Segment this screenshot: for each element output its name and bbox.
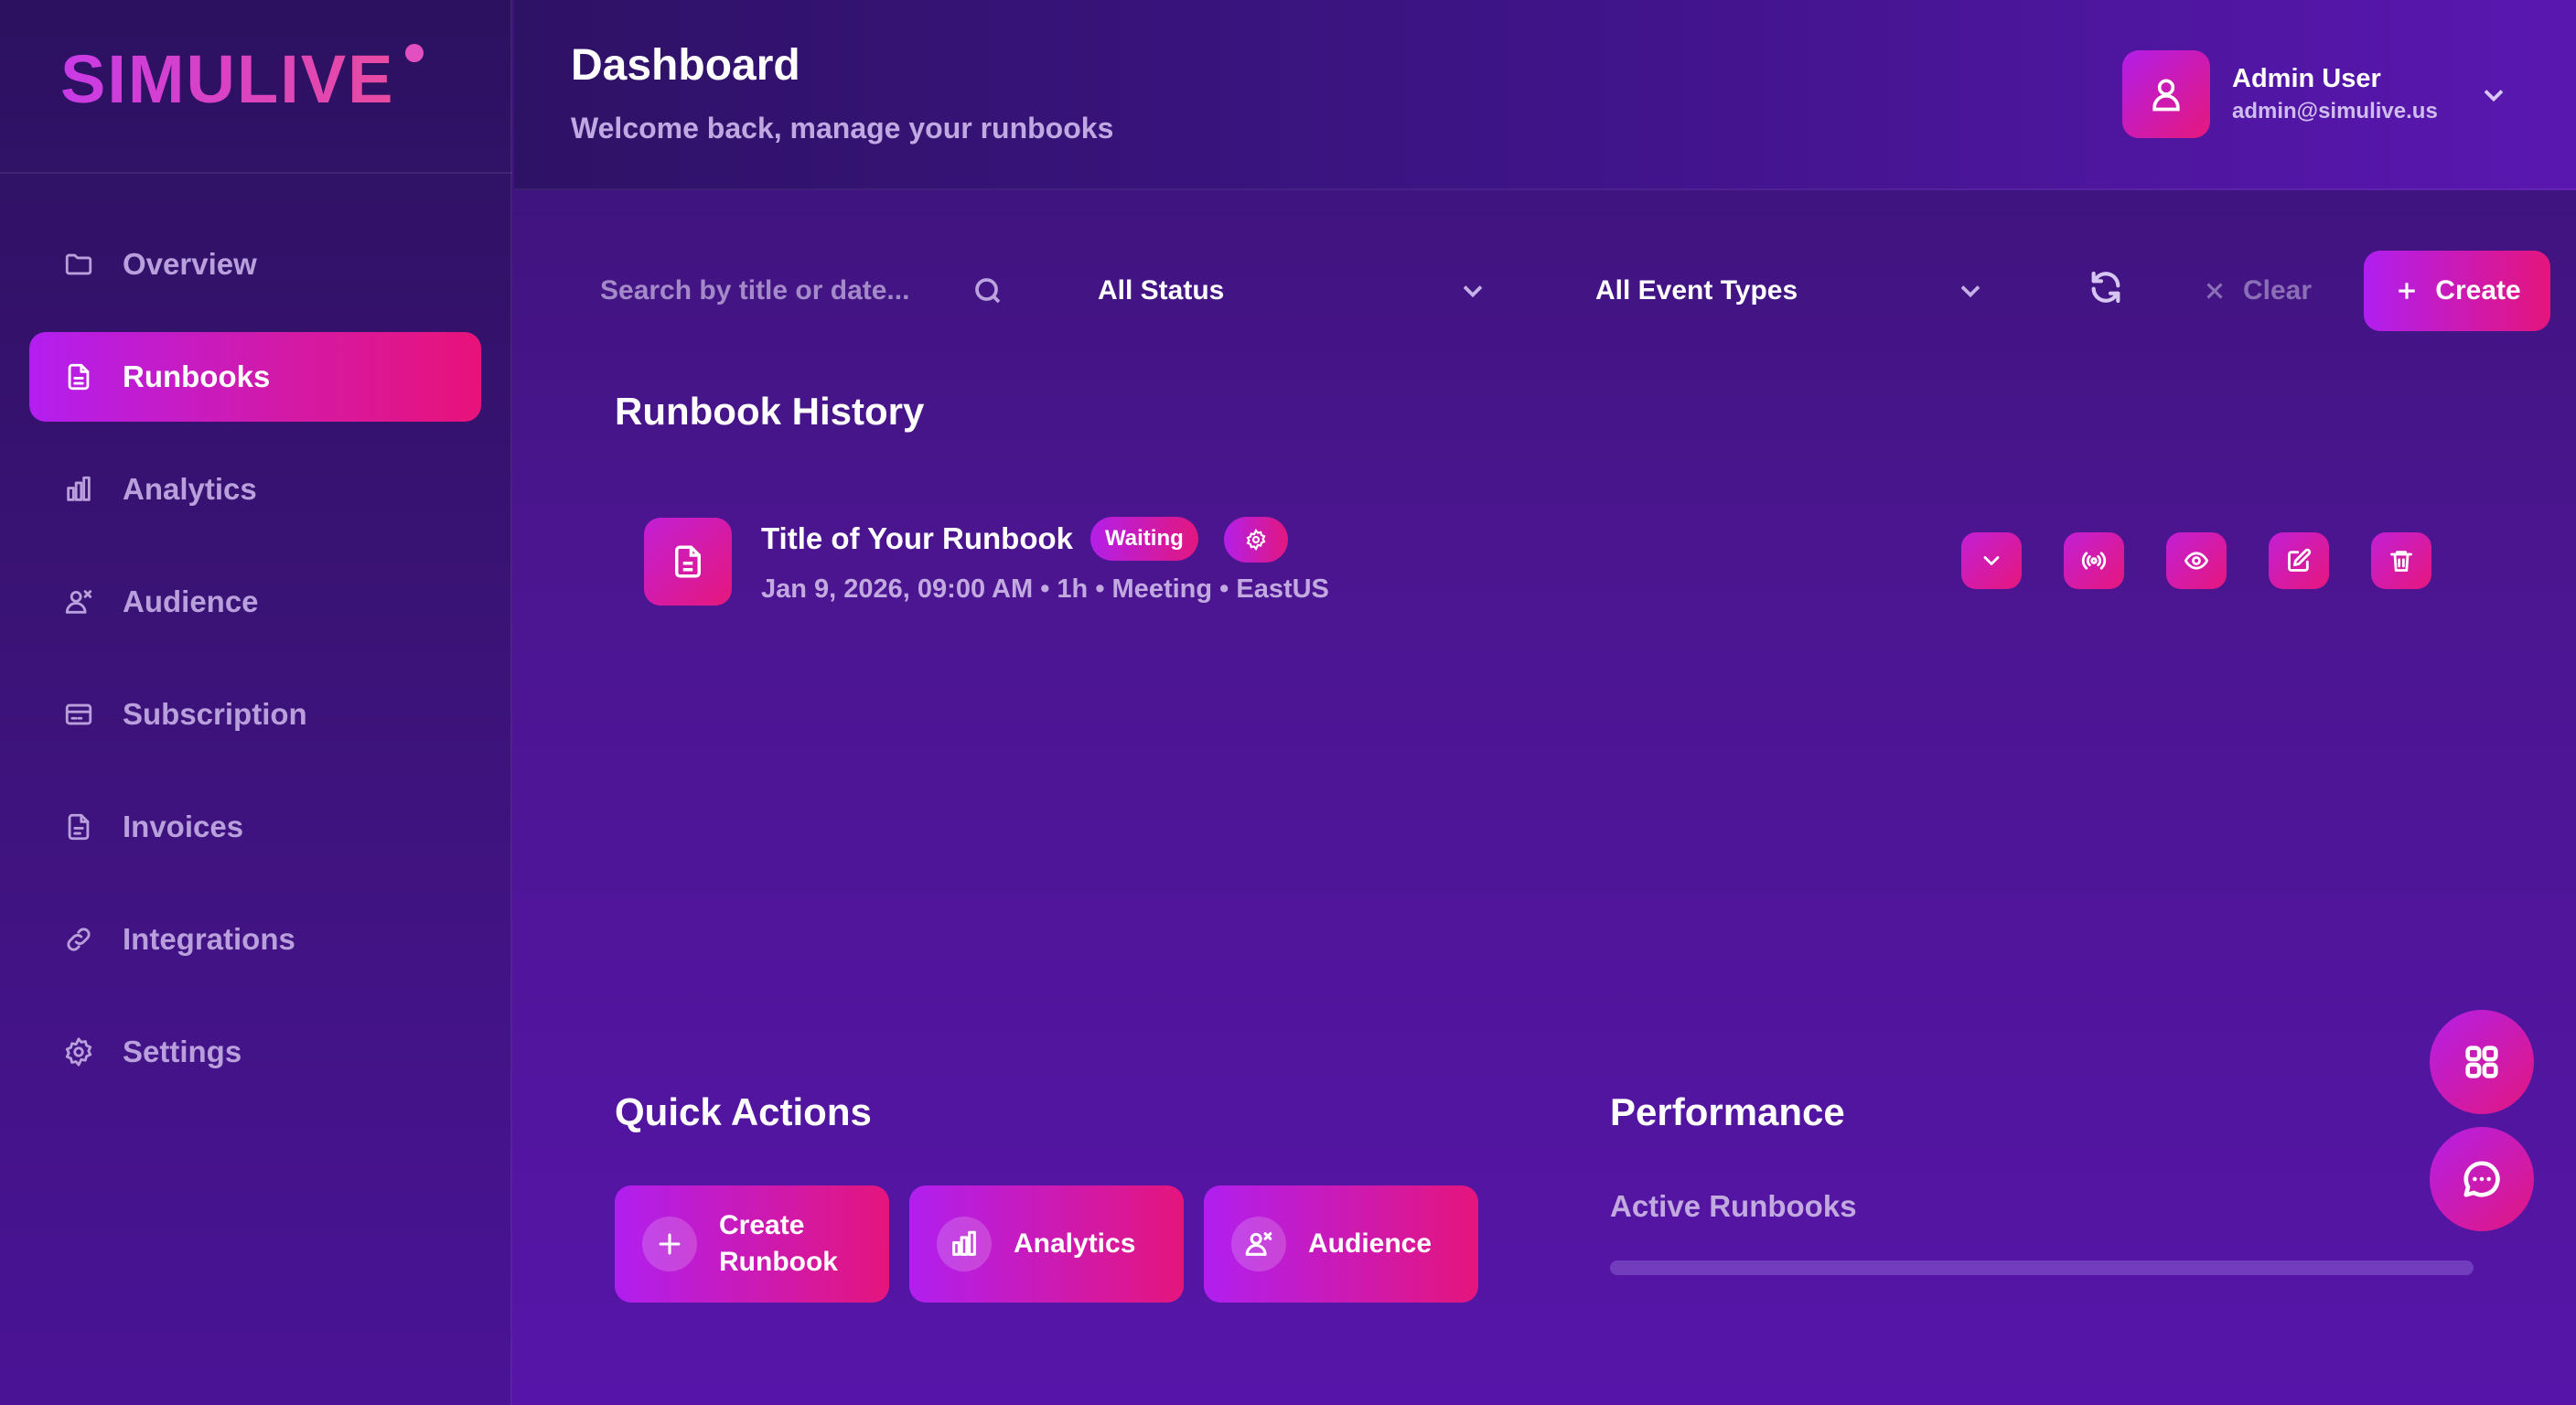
sidebar-item-runbooks[interactable]: Runbooks <box>29 332 481 422</box>
broadcast-button[interactable] <box>2064 532 2124 589</box>
create-label: Create <box>2435 275 2521 306</box>
invoice-icon <box>60 809 97 845</box>
refresh-icon <box>2091 271 2120 304</box>
search-icon[interactable] <box>971 274 1004 307</box>
sidebar-item-overview[interactable]: Overview <box>29 220 481 309</box>
apps-grid-button[interactable] <box>2430 1010 2534 1114</box>
quick-action-label: Analytics <box>1014 1228 1136 1259</box>
sidebar-item-label: Overview <box>123 247 257 281</box>
event-type-filter-select[interactable]: All Event Types <box>1562 245 2020 337</box>
logo-area: SIMULIVE <box>0 0 512 174</box>
sidebar-item-label: Invoices <box>123 810 244 843</box>
sidebar-item-audience[interactable]: Audience <box>29 557 481 647</box>
sidebar-nav: Overview Runbooks Analytics Audience Sub… <box>29 220 481 1120</box>
status-filter-select[interactable]: All Status <box>1065 245 1522 337</box>
sidebar: SIMULIVE Overview Runbooks Analytics Aud… <box>0 0 512 1405</box>
runbook-file-icon <box>644 518 732 606</box>
avatar[interactable] <box>2122 50 2210 138</box>
quick-actions-title: Quick Actions <box>615 1090 872 1133</box>
search-box <box>567 245 1034 337</box>
plus-icon <box>642 1217 697 1271</box>
sidebar-item-subscription[interactable]: Subscription <box>29 670 481 759</box>
edit-icon <box>2288 548 2312 572</box>
view-button[interactable] <box>2166 532 2227 589</box>
sidebar-item-label: Settings <box>123 1035 242 1068</box>
file-icon <box>60 359 97 395</box>
quick-action-audience[interactable]: Audience <box>1204 1185 1478 1303</box>
credit-card-icon <box>60 696 97 733</box>
sidebar-item-label: Audience <box>123 585 259 618</box>
chat-icon <box>2463 1161 2500 1197</box>
gear-icon <box>60 1034 97 1070</box>
edit-button[interactable] <box>2269 532 2329 589</box>
performance-title: Performance <box>1610 1090 1845 1133</box>
audience-icon <box>60 584 97 620</box>
status-badge: Waiting <box>1090 517 1198 561</box>
sidebar-item-invoices[interactable]: Invoices <box>29 782 481 872</box>
top-header: Dashboard Welcome back, manage your runb… <box>514 0 2576 190</box>
close-icon <box>2206 283 2223 299</box>
grid-icon <box>2465 1046 2498 1078</box>
event-type-filter-value: All Event Types <box>1595 275 1798 306</box>
gear-icon <box>1246 529 1266 551</box>
runbook-title[interactable]: Title of Your Runbook <box>761 521 1073 556</box>
active-runbooks-label: Active Runbooks <box>1610 1189 1857 1223</box>
audience-icon <box>1231 1217 1286 1271</box>
sidebar-item-analytics[interactable]: Analytics <box>29 445 481 534</box>
sidebar-item-label: Integrations <box>123 922 295 956</box>
sidebar-item-label: Runbooks <box>123 359 271 393</box>
eye-icon <box>2184 552 2209 570</box>
expand-button[interactable] <box>1961 532 2022 589</box>
page-subtitle: Welcome back, manage your runbooks <box>571 112 1114 145</box>
plus-icon <box>2399 283 2416 299</box>
runbook-history-title: Runbook History <box>615 390 925 433</box>
chevron-down-icon <box>1456 274 1489 307</box>
bar-chart-icon <box>60 471 97 508</box>
trash-icon <box>2390 551 2412 572</box>
bar-chart-icon <box>937 1217 992 1271</box>
link-icon <box>60 921 97 958</box>
chat-button[interactable] <box>2430 1127 2534 1231</box>
active-runbooks-progress <box>1610 1260 2474 1275</box>
delete-button[interactable] <box>2371 532 2431 589</box>
sidebar-item-settings[interactable]: Settings <box>29 1007 481 1097</box>
runbook-meta: Jan 9, 2026, 09:00 AM • 1h • Meeting • E… <box>761 574 1329 604</box>
quick-action-create-runbook[interactable]: Create Runbook <box>615 1185 889 1303</box>
user-name[interactable]: Admin User <box>2232 64 2381 94</box>
runbook-settings-button[interactable] <box>1224 517 1288 563</box>
chevron-down-icon <box>1954 274 1987 307</box>
create-button[interactable]: Create <box>2364 251 2550 331</box>
broadcast-icon <box>2081 552 2107 570</box>
sidebar-item-label: Analytics <box>123 472 257 506</box>
folder-icon <box>60 246 97 283</box>
clear-label: Clear <box>2243 275 2313 306</box>
app-root: SIMULIVE Overview Runbooks Analytics Aud… <box>0 0 2576 1405</box>
search-input[interactable] <box>567 245 988 337</box>
clear-filters-button[interactable]: Clear <box>2201 265 2312 316</box>
logo-dot <box>405 44 424 62</box>
quick-action-label: Create Runbook <box>719 1210 838 1277</box>
page-title: Dashboard <box>571 41 800 90</box>
refresh-button[interactable] <box>2088 269 2130 311</box>
sidebar-item-label: Subscription <box>123 697 307 731</box>
quick-action-analytics[interactable]: Analytics <box>909 1185 1184 1303</box>
brand-logo[interactable]: SIMULIVE <box>60 40 394 118</box>
user-menu-chevron-down-icon[interactable] <box>2477 79 2510 112</box>
user-email: admin@simulive.us <box>2232 99 2438 123</box>
user-icon <box>2152 79 2180 112</box>
chevron-down-icon <box>1983 556 2000 565</box>
quick-action-label: Audience <box>1308 1228 1433 1259</box>
sidebar-item-integrations[interactable]: Integrations <box>29 895 481 984</box>
status-filter-value: All Status <box>1098 275 1225 306</box>
